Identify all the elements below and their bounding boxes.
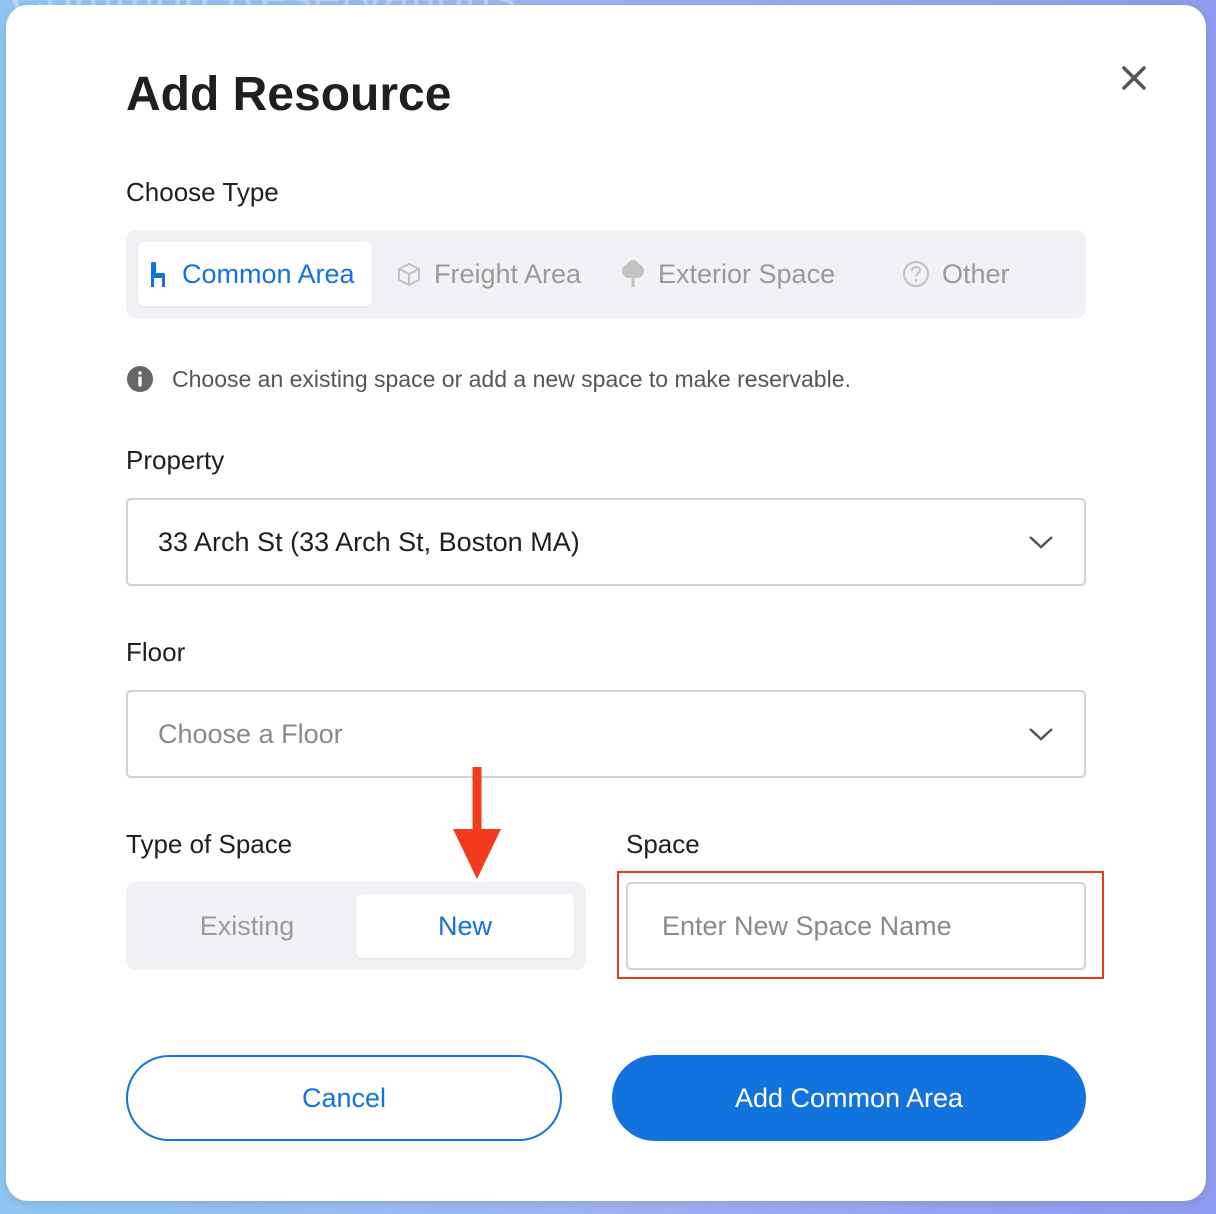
type-option-label: Freight Area: [434, 258, 582, 289]
property-label: Property: [126, 445, 225, 475]
type-option-label: Exterior Space: [658, 258, 836, 289]
choose-type-label: Choose Type: [126, 177, 279, 207]
type-of-space-label: Type of Space: [126, 829, 293, 859]
cancel-button[interactable]: Cancel: [126, 1055, 562, 1141]
box-icon: [398, 262, 420, 287]
add-resource-modal: Add Resource Choose Type Common Area Fre…: [6, 5, 1206, 1201]
question-icon: [903, 261, 929, 287]
property-select[interactable]: 33 Arch St (33 Arch St, Boston MA): [126, 498, 1086, 586]
floor-label: Floor: [126, 637, 186, 667]
space-label: Space: [626, 829, 700, 859]
toggle-existing[interactable]: Existing: [138, 894, 356, 958]
toggle-new[interactable]: New: [356, 894, 574, 958]
tree-icon: [622, 260, 644, 287]
info-message: Choose an existing space or add a new sp…: [126, 365, 851, 393]
type-option-label: Other: [942, 258, 1010, 289]
add-common-area-button[interactable]: Add Common Area: [612, 1055, 1086, 1141]
property-value: 33 Arch St (33 Arch St, Boston MA): [158, 526, 580, 557]
resource-type-selector: Common Area Freight Area Exterior Space: [126, 230, 1086, 318]
close-icon: [1122, 66, 1146, 90]
type-option-exterior-space[interactable]: Exterior Space: [610, 242, 845, 306]
type-option-label: Common Area: [182, 258, 355, 289]
floor-select[interactable]: Choose a Floor: [126, 690, 1086, 778]
type-option-other[interactable]: Other: [892, 242, 1020, 306]
chair-icon: [151, 262, 165, 287]
chevron-down-icon: [1029, 536, 1053, 549]
type-option-freight-area[interactable]: Freight Area: [386, 242, 591, 306]
info-text: Choose an existing space or add a new sp…: [172, 365, 851, 392]
close-button[interactable]: [1116, 60, 1152, 96]
annotation-arrow-icon: [453, 767, 501, 879]
floor-placeholder: Choose a Floor: [158, 718, 343, 749]
chevron-down-icon: [1029, 728, 1053, 741]
space-name-input[interactable]: [626, 882, 1086, 970]
modal-title: Add Resource: [126, 68, 452, 121]
type-of-space-toggle: Existing New: [126, 882, 586, 970]
info-icon: [127, 366, 153, 392]
type-option-common-area[interactable]: Common Area: [138, 242, 372, 306]
